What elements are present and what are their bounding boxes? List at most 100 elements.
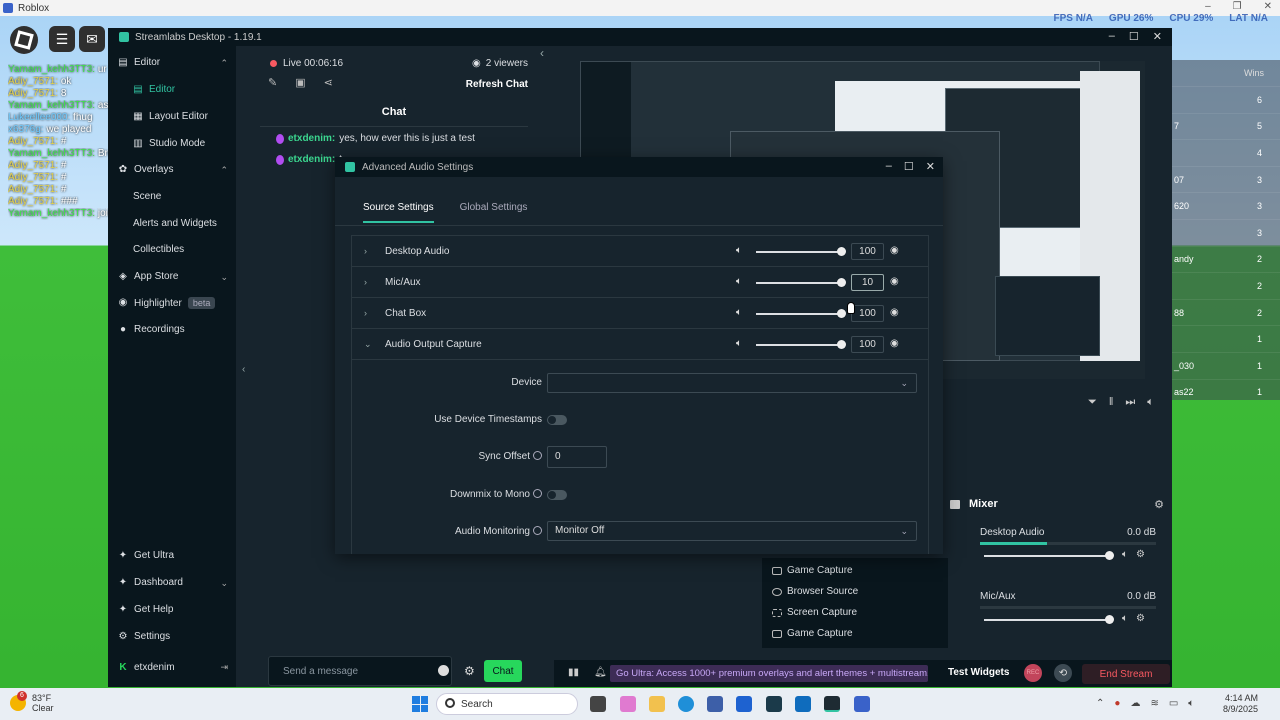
slider-knob[interactable] <box>837 340 846 349</box>
volume-input[interactable]: 100 <box>851 305 884 322</box>
outlook-icon[interactable] <box>795 696 811 712</box>
roblox-menu-icon[interactable] <box>10 26 38 54</box>
help-icon[interactable] <box>533 451 542 460</box>
edge-icon[interactable] <box>678 696 694 712</box>
volume-input[interactable]: 100 <box>851 336 884 353</box>
share-icon[interactable]: ⋖ <box>324 76 333 89</box>
send-chat-button[interactable]: Chat <box>484 660 522 682</box>
minimize-icon[interactable]: – <box>1205 1 1211 12</box>
skip-icon[interactable]: ⏭ <box>1125 396 1135 409</box>
source-item[interactable]: Game Capture <box>772 565 853 576</box>
sidebar-item-settings[interactable]: ⚙ Settings <box>118 631 171 642</box>
terminal-icon[interactable] <box>766 696 782 712</box>
tray-app-icon[interactable]: ● <box>1114 698 1120 709</box>
sidebar-item-studio-mode[interactable]: ▥ Studio Mode <box>133 138 205 149</box>
gear-icon[interactable]: ⚙ <box>464 664 475 678</box>
clock[interactable]: 4:14 AM 8/9/2025 <box>1218 693 1258 715</box>
replay-buffer-icon[interactable]: ⟲ <box>1054 664 1072 682</box>
dropbox-icon[interactable] <box>736 696 752 712</box>
chevron-up-icon[interactable]: ⌃ <box>220 58 228 69</box>
volume-input[interactable]: 100 <box>851 243 884 260</box>
filter-icon[interactable]: ⏷ <box>1088 396 1097 409</box>
chat-bubble-icon[interactable]: ✉ <box>79 26 105 52</box>
tab-source-settings[interactable]: Source Settings <box>363 202 434 223</box>
file-explorer-icon[interactable] <box>649 696 665 712</box>
windows-start-icon[interactable] <box>412 696 428 712</box>
video-icon[interactable]: ▣ <box>295 76 305 89</box>
timestamps-toggle[interactable] <box>547 415 567 425</box>
volume-slider[interactable] <box>756 247 846 256</box>
sidebar-user[interactable]: K etxdenim <box>118 662 174 673</box>
sidebar-item-editor[interactable]: ▤ Editor <box>118 57 160 68</box>
chevron-up-icon[interactable]: ⌃ <box>1096 698 1104 709</box>
close-icon[interactable]: ✕ <box>1264 1 1272 12</box>
sidebar-item-get-help[interactable]: ✦ Get Help <box>118 604 174 615</box>
speaker-icon[interactable]: 🔈︎ <box>1122 549 1128 560</box>
chat-input[interactable]: Send a message <box>268 656 452 686</box>
sidebar-item-scene[interactable]: Scene <box>133 191 161 202</box>
downmix-toggle[interactable] <box>547 490 567 500</box>
sidebar-item-recordings[interactable]: ● Recordings <box>118 324 185 335</box>
volume-slider[interactable] <box>756 340 846 349</box>
chevron-down-icon[interactable]: ⌄ <box>364 339 372 350</box>
eye-icon[interactable]: ◉ <box>890 245 899 256</box>
streamlabs-taskbar-icon[interactable] <box>824 696 840 712</box>
speaker-icon[interactable]: 🔈︎ <box>736 245 742 256</box>
volume-slider[interactable] <box>984 615 1114 624</box>
ultra-promo-banner[interactable]: Go Ultra: Access 1000+ premium overlays … <box>610 665 928 682</box>
volume-slider[interactable] <box>756 278 846 287</box>
volume-input[interactable]: 10 <box>851 274 884 291</box>
chat-user[interactable]: etxdenim: <box>288 154 335 165</box>
speaker-icon[interactable]: 🔈︎ <box>736 307 742 318</box>
chevron-right-icon[interactable]: › <box>364 277 367 287</box>
sidebar-item-collectibles[interactable]: Collectibles <box>133 244 184 255</box>
logout-icon[interactable]: ⇥ <box>220 662 228 673</box>
speaker-icon[interactable]: 🔈︎ <box>1188 698 1194 709</box>
slider-knob[interactable] <box>837 247 846 256</box>
chevron-down-icon[interactable]: ⌄ <box>220 578 228 589</box>
device-select[interactable]: ⌄ <box>547 373 917 393</box>
maximize-icon[interactable]: ☐ <box>904 160 914 173</box>
gear-icon[interactable]: ⚙ <box>1136 549 1145 560</box>
chevron-right-icon[interactable]: › <box>364 246 367 256</box>
tab-global-settings[interactable]: Global Settings <box>460 202 528 223</box>
volume-slider[interactable] <box>984 551 1114 560</box>
sidebar-item-get-ultra[interactable]: ✦ Get Ultra <box>118 550 174 561</box>
task-view-icon[interactable] <box>590 696 606 712</box>
maximize-icon[interactable]: ❐ <box>1233 1 1242 12</box>
refresh-chat-button[interactable]: Refresh Chat <box>466 79 528 90</box>
eye-icon[interactable]: ◉ <box>890 338 899 349</box>
pencil-icon[interactable]: ✎ <box>268 76 277 89</box>
sidebar-item-app-store[interactable]: ◈ App Store <box>118 271 178 282</box>
eye-icon[interactable]: ◉ <box>890 276 899 287</box>
pause-icon[interactable]: ‖ <box>1109 396 1114 409</box>
sidebar-item-layout-editor[interactable]: ▦ Layout Editor <box>133 111 208 122</box>
close-icon[interactable]: ✕ <box>926 160 935 173</box>
cloud-icon[interactable]: ☁ <box>1130 698 1140 709</box>
battery-icon[interactable]: ▭ <box>1169 698 1178 709</box>
wifi-icon[interactable]: ≋ <box>1150 698 1158 709</box>
chat-user[interactable]: etxdenim: <box>288 133 335 144</box>
chevron-up-icon[interactable]: ⌃ <box>220 165 228 176</box>
speaker-icon[interactable]: 🔈︎ <box>736 276 742 287</box>
roblox-taskbar-icon[interactable] <box>854 696 870 712</box>
record-button[interactable]: REC <box>1024 664 1042 682</box>
sidebar-item-overlays[interactable]: ✿ Overlays <box>118 164 174 175</box>
volume-icon[interactable]: 🔈︎ <box>1147 396 1154 409</box>
taskbar-search[interactable]: Search <box>436 693 578 715</box>
slider-knob[interactable] <box>1105 551 1114 560</box>
end-stream-button[interactable]: End Stream <box>1082 664 1170 684</box>
eye-icon[interactable]: ◉ <box>890 307 899 318</box>
minimize-icon[interactable]: – <box>886 160 892 173</box>
monitoring-select[interactable]: Monitor Off ⌄ <box>547 521 917 541</box>
maximize-icon[interactable]: ☐ <box>1129 30 1139 43</box>
weather-widget[interactable]: 6 83°F Clear <box>10 691 54 713</box>
gear-icon[interactable]: ⚙ <box>1136 613 1145 624</box>
chevron-left-icon[interactable]: ‹ <box>540 46 544 60</box>
chevron-down-icon[interactable]: ⌄ <box>220 272 228 283</box>
source-item[interactable]: Browser Source <box>772 586 858 597</box>
help-icon[interactable] <box>533 489 542 498</box>
minimize-icon[interactable]: – <box>1109 30 1115 43</box>
sidebar-item-highlighter[interactable]: ◉ Highlighter beta <box>118 297 216 309</box>
sync-offset-input[interactable]: 0 <box>547 446 607 468</box>
